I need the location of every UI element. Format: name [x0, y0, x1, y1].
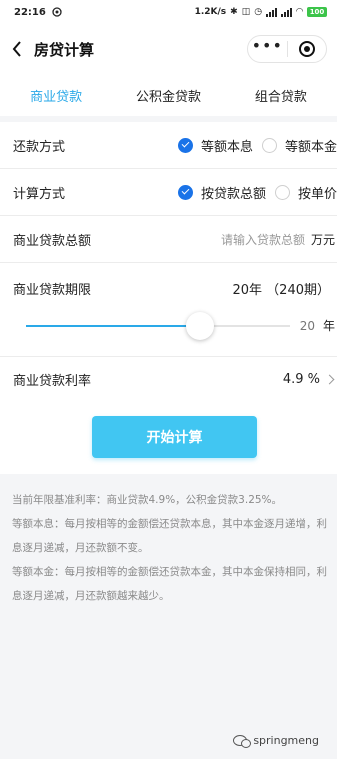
wifi-icon: ◠: [296, 7, 303, 17]
loan-rate-row[interactable]: 商业贷款利率 4.9 %: [0, 357, 337, 402]
slider-readout: 20 年: [300, 317, 335, 334]
loan-period-label: 商业贷款期限: [13, 283, 92, 298]
notification-icon: [52, 7, 62, 17]
radio-equal-principal[interactable]: 等额本金: [261, 136, 337, 155]
radio-unchecked-icon: [261, 137, 277, 153]
mute-icon: ◫: [241, 7, 251, 17]
radio-label: 按贷款总额: [200, 186, 266, 202]
status-time: 22:16: [14, 6, 46, 18]
more-dots-icon: •••: [251, 36, 283, 55]
repayment-method-label: 还款方式: [13, 139, 66, 155]
tab-provident-fund-loan[interactable]: 公积金贷款: [112, 86, 224, 105]
repayment-method-options: 等额本息 等额本金: [169, 136, 337, 155]
chevron-left-icon: [12, 41, 21, 57]
loan-rate-label: 商业贷款利率: [13, 374, 92, 389]
radio-label: 按单价: [297, 186, 337, 202]
tab-combined-loan[interactable]: 组合贷款: [225, 86, 337, 105]
loan-period-slider[interactable]: [26, 312, 290, 340]
calc-method-options: 按贷款总额 按单价: [169, 183, 337, 202]
calc-method-label: 计算方式: [13, 186, 66, 202]
loan-amount-unit: 万元: [310, 232, 335, 247]
alarm-icon: ◷: [254, 7, 263, 17]
watermark: springmeng: [233, 734, 319, 748]
notes: 当前年限基准利率：商业贷款4.9%，公积金贷款3.25%。 等额本息：每月按相等…: [12, 488, 330, 608]
bluetooth-icon: ✱: [230, 7, 238, 17]
nav-bar: 房贷计算 •••: [0, 24, 337, 74]
wechat-icon: [233, 735, 252, 748]
back-button[interactable]: [0, 24, 34, 74]
loan-amount-row: 商业贷款总额 请输入贷款总额 万元: [0, 216, 337, 263]
loan-period-value: 20年 （240期）: [232, 283, 331, 298]
repayment-method-row: 还款方式 等额本息 等额本金: [0, 122, 337, 169]
tab-commercial-loan[interactable]: 商业贷款: [0, 86, 112, 105]
loan-rate-value: 4.9 %: [282, 372, 320, 387]
calc-method-row: 计算方式 按贷款总额 按单价: [0, 169, 337, 216]
loan-type-tabs: 商业贷款 公积金贷款 组合贷款: [0, 74, 337, 116]
radio-checked-icon: [177, 184, 193, 200]
loan-form: 还款方式 等额本息 等额本金 计算方式 按贷款总额 按单价 商业贷款总额 请输入…: [0, 122, 337, 402]
loan-rate-value-group: 4.9 %: [282, 372, 335, 387]
chevron-right-icon: [324, 374, 335, 385]
slider-value: 20: [299, 318, 315, 333]
signal-icon-2: [281, 7, 293, 17]
note-base-rate: 当前年限基准利率：商业贷款4.9%，公积金贷款3.25%。: [12, 494, 283, 506]
button-area: 开始计算: [0, 402, 337, 474]
radio-by-total[interactable]: 按贷款总额: [177, 183, 266, 202]
status-bar: 22:16 1.2K/s ✱ ◫ ◷ ◠ 100: [0, 0, 337, 24]
radio-equal-installment[interactable]: 等额本息: [177, 136, 253, 155]
signal-icon: [266, 7, 278, 17]
calculate-button[interactable]: 开始计算: [92, 416, 257, 458]
radio-unchecked-icon: [274, 184, 290, 200]
close-button[interactable]: [288, 36, 327, 62]
radio-checked-icon: [177, 137, 193, 153]
page-title: 房贷计算: [34, 40, 95, 59]
target-circle-icon: [298, 41, 315, 57]
note-equal-installment: 等额本息：每月按相等的金额偿还贷款本息，其中本金逐月递增，利息逐月递减，月还款额…: [12, 518, 327, 554]
loan-amount-placeholder: 请输入贷款总额: [220, 232, 305, 247]
radio-by-unit-price[interactable]: 按单价: [274, 183, 337, 202]
watermark-text: springmeng: [253, 734, 319, 747]
loan-amount-label: 商业贷款总额: [13, 233, 92, 249]
note-equal-principal: 等额本金：每月按相等的金额偿还贷款本金，其中本金保持相同，利息逐月递减，月还款额…: [12, 566, 327, 602]
battery-icon: 100: [307, 7, 327, 17]
mini-program-capsule: •••: [247, 35, 327, 63]
loan-period-row: 商业贷款期限 20年 （240期） 20 年: [0, 263, 337, 357]
slider-thumb[interactable]: [186, 312, 215, 340]
slider-unit: 年: [322, 319, 335, 333]
loan-amount-input[interactable]: 请输入贷款总额 万元: [221, 231, 335, 248]
slider-fill: [26, 325, 201, 327]
more-button[interactable]: •••: [248, 36, 287, 62]
radio-label: 等额本金: [284, 139, 337, 155]
radio-label: 等额本息: [200, 139, 253, 155]
network-speed: 1.2K/s: [194, 7, 227, 17]
